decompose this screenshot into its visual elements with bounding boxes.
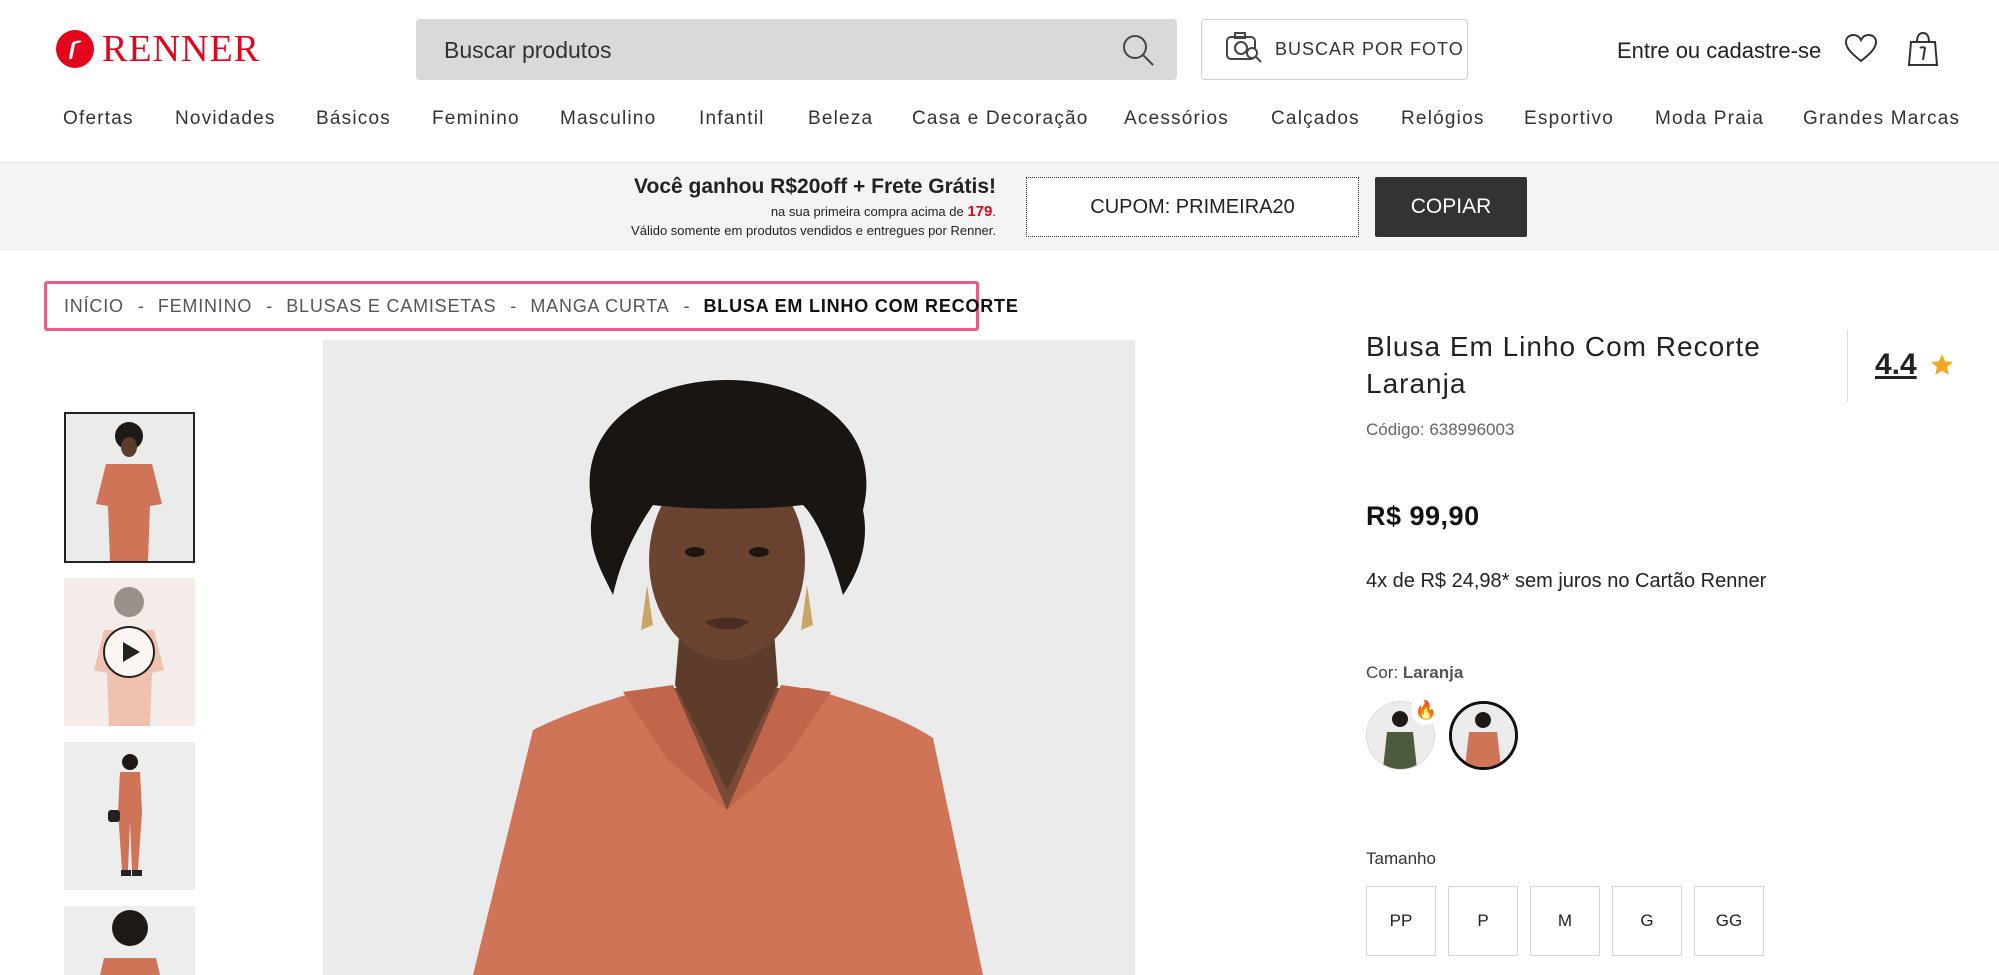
breadcrumb-separator: - bbox=[510, 295, 517, 316]
photo-search-button[interactable]: BUSCAR POR FOTO bbox=[1201, 19, 1468, 80]
logo-wordmark: RENNER bbox=[102, 28, 260, 70]
play-icon[interactable] bbox=[102, 625, 156, 679]
thumbnail-3[interactable] bbox=[64, 742, 195, 890]
site-header: RENNER Buscar produtos BUSCAR POR FOTO E… bbox=[0, 0, 1999, 163]
nav-item-relogios[interactable]: Relógios bbox=[1401, 108, 1485, 130]
nav-item-esportivo[interactable]: Esportivo bbox=[1524, 108, 1614, 130]
breadcrumb: INÍCIO - FEMININO - BLUSAS E CAMISETAS -… bbox=[44, 281, 1018, 331]
rating-divider bbox=[1847, 330, 1848, 402]
nav-item-beleza[interactable]: Beleza bbox=[808, 108, 873, 130]
thumbnail-1[interactable] bbox=[64, 412, 195, 563]
search-bar[interactable]: Buscar produtos bbox=[416, 19, 1177, 80]
photo-search-label: BUSCAR POR FOTO bbox=[1275, 39, 1464, 59]
search-icon[interactable] bbox=[1121, 33, 1155, 72]
product-title: Blusa Em Linho Com Recorte Laranja bbox=[1366, 331, 1761, 399]
promo-note: Válido somente em produtos vendidos e en… bbox=[631, 223, 996, 238]
size-label: Tamanho bbox=[1366, 849, 1436, 868]
renner-logo[interactable]: RENNER bbox=[56, 30, 260, 68]
size-button-m[interactable]: M bbox=[1530, 886, 1600, 956]
breadcrumb-separator: - bbox=[266, 295, 273, 316]
thumbnail-2[interactable] bbox=[64, 578, 195, 726]
nav-item-acessorios[interactable]: Acessórios bbox=[1124, 108, 1229, 130]
nav-item-feminino[interactable]: Feminino bbox=[432, 108, 520, 130]
product-code: Código: 638996003 bbox=[1366, 420, 1515, 439]
search-input[interactable]: Buscar produtos bbox=[444, 37, 611, 64]
size-button-gg[interactable]: GG bbox=[1694, 886, 1764, 956]
nav-item-moda-praia[interactable]: Moda Praia bbox=[1655, 108, 1764, 130]
breadcrumb-separator: - bbox=[137, 295, 144, 316]
nav-item-grandes-marcas[interactable]: Grandes Marcas bbox=[1803, 108, 1960, 130]
star-icon bbox=[1929, 352, 1955, 383]
camera-search-icon bbox=[1225, 31, 1263, 68]
nav-item-infantil[interactable]: Infantil bbox=[699, 108, 765, 130]
breadcrumb-item-manga-curta[interactable]: MANGA CURTA bbox=[530, 296, 669, 317]
model-photo-icon bbox=[66, 414, 193, 561]
login-link[interactable]: Entre ou cadastre-se bbox=[1617, 38, 1821, 64]
product-rating[interactable]: 4.4 bbox=[1875, 348, 1917, 382]
promo-subtitle: na sua primeira compra acima de 179. bbox=[770, 203, 996, 220]
main-product-image[interactable] bbox=[323, 340, 1135, 975]
promo-banner: Você ganhou R$20off + Frete Grátis! na s… bbox=[0, 163, 1999, 251]
heart-icon[interactable] bbox=[1844, 33, 1878, 68]
nav-item-casa-decoracao[interactable]: Casa e Decoração bbox=[912, 108, 1089, 130]
thumbnail-4[interactable] bbox=[64, 906, 195, 975]
model-photo-icon bbox=[64, 906, 195, 975]
installments-info: 4x de R$ 24,98* sem juros no Cartão Renn… bbox=[1366, 570, 1767, 592]
breadcrumb-item-feminino[interactable]: FEMININO bbox=[158, 296, 252, 317]
size-button-p[interactable]: P bbox=[1448, 886, 1518, 956]
color-label: Cor: Laranja bbox=[1366, 663, 1464, 682]
nav-item-basicos[interactable]: Básicos bbox=[316, 108, 391, 130]
shopping-bag-icon[interactable] bbox=[1907, 31, 1939, 72]
nav-item-calcados[interactable]: Calçados bbox=[1271, 108, 1360, 130]
breadcrumb-item-current: BLUSA EM LINHO COM RECORTE bbox=[703, 295, 1019, 316]
size-button-g[interactable]: G bbox=[1612, 886, 1682, 956]
product-price: R$ 99,90 bbox=[1366, 501, 1480, 531]
breadcrumb-separator: - bbox=[683, 295, 690, 316]
breadcrumb-item-blusas[interactable]: BLUSAS E CAMISETAS bbox=[286, 296, 496, 317]
nav-item-masculino[interactable]: Masculino bbox=[560, 108, 656, 130]
promo-min-value: 179 bbox=[967, 203, 993, 220]
promo-title: Você ganhou R$20off + Frete Grátis! bbox=[634, 175, 996, 198]
promo-text: Você ganhou R$20off + Frete Grátis! na s… bbox=[396, 175, 996, 238]
trending-fire-icon: 🔥 bbox=[1411, 695, 1441, 725]
main-navigation: Ofertas Novidades Básicos Feminino Mascu… bbox=[0, 108, 1999, 136]
breadcrumb-item-inicio[interactable]: INÍCIO bbox=[64, 296, 124, 317]
nav-item-novidades[interactable]: Novidades bbox=[175, 108, 276, 130]
copy-coupon-button[interactable]: COPIAR bbox=[1375, 177, 1527, 237]
nav-item-ofertas[interactable]: Ofertas bbox=[63, 108, 134, 130]
size-button-pp[interactable]: PP bbox=[1366, 886, 1436, 956]
selected-color-name: Laranja bbox=[1402, 663, 1464, 682]
renner-logo-icon bbox=[56, 30, 94, 68]
product-model-image bbox=[323, 340, 1135, 975]
coupon-code: CUPOM: PRIMEIRA20 bbox=[1026, 177, 1359, 237]
model-photo-icon bbox=[64, 742, 195, 890]
color-swatch-orange[interactable] bbox=[1449, 701, 1518, 770]
